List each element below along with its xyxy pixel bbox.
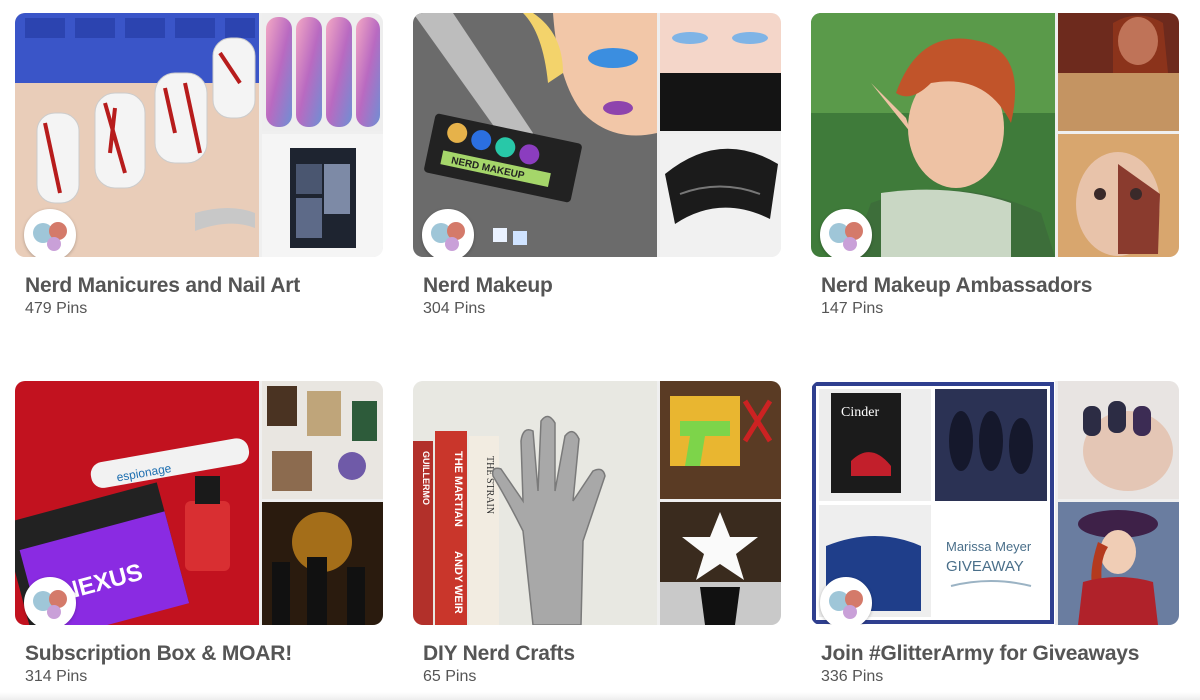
board-cover[interactable]: THE MARTIAN ANDY WEIR GUILLERMO THE STRA… <box>413 381 781 625</box>
board-avatar <box>24 209 76 257</box>
book-spine-martian: THE MARTIAN <box>452 451 464 527</box>
nail-wraps-image <box>262 13 383 131</box>
board-avatar <box>24 577 76 625</box>
board-avatar <box>422 209 474 257</box>
pin-count: 147 Pins <box>821 300 884 317</box>
board-cover[interactable]: espionage NEXUS <box>15 381 383 625</box>
subscription-items-image <box>262 381 383 499</box>
giveaway-name: Marissa Meyer <box>946 539 1032 554</box>
board-cover[interactable] <box>15 13 383 257</box>
pirate-cosplay-image <box>1058 502 1179 625</box>
board-title[interactable]: DIY Nerd Crafts <box>423 642 783 666</box>
board-avatar <box>820 577 872 625</box>
board-card-nerd-makeup[interactable]: NERD MAKEUP Nerd Makeup 304 Pins <box>413 13 783 318</box>
pin-count: 336 Pins <box>821 668 884 685</box>
book-spine-author: ANDY WEIR <box>452 551 464 614</box>
board-title[interactable]: Nerd Manicures and Nail Art <box>25 274 385 298</box>
board-card-subscription-box[interactable]: espionage NEXUS Subscription Box & MOAR!… <box>15 381 385 686</box>
silver-hand-image: THE MARTIAN ANDY WEIR GUILLERMO THE STRA… <box>413 381 657 625</box>
spooky-scene-image <box>262 502 383 625</box>
pin-count: 304 Pins <box>423 300 486 317</box>
pin-count: 314 Pins <box>25 668 88 685</box>
board-cover[interactable]: Cinder Marissa Meyer GIVEAWAY <box>811 381 1179 625</box>
board-title[interactable]: Nerd Makeup Ambassadors <box>821 274 1181 298</box>
board-card-glitterarmy-giveaways[interactable]: Cinder Marissa Meyer GIVEAWAY Join #Glit… <box>811 381 1181 686</box>
book-spine-strain: THE STRAIN <box>484 456 495 514</box>
board-title[interactable]: Nerd Makeup <box>423 274 783 298</box>
board-cover[interactable]: NERD MAKEUP <box>413 13 781 257</box>
critical-role-wraps-image <box>262 134 383 257</box>
glue-gun-image <box>660 381 781 499</box>
board-cover[interactable] <box>811 13 1179 257</box>
board-title[interactable]: Subscription Box & MOAR! <box>25 642 385 666</box>
cinder-title: Cinder <box>841 405 879 420</box>
red-hair-portrait-image <box>1058 13 1179 131</box>
star-lamp-image <box>660 502 781 625</box>
glitter-nails-image <box>1058 381 1179 499</box>
pin-count: 65 Pins <box>423 668 477 685</box>
board-card-diy-nerd-crafts[interactable]: THE MARTIAN ANDY WEIR GUILLERMO THE STRA… <box>413 381 783 686</box>
bottom-fade <box>0 692 1200 700</box>
zombie-makeup-image <box>1058 134 1179 257</box>
board-card-nerd-manicures[interactable]: Nerd Manicures and Nail Art 479 Pins <box>15 13 385 318</box>
dragon-eye-image <box>660 134 781 257</box>
board-card-nerd-makeup-ambassadors[interactable]: Nerd Makeup Ambassadors 147 Pins <box>811 13 1181 318</box>
board-avatar <box>820 209 872 257</box>
giveaway-word: GIVEAWAY <box>946 558 1024 575</box>
pin-count: 479 Pins <box>25 300 88 317</box>
board-title[interactable]: Join #GlitterArmy for Giveaways <box>821 642 1181 666</box>
book-spine-guillermo: GUILLERMO <box>421 451 431 505</box>
frozen-makeup-image <box>660 13 781 131</box>
